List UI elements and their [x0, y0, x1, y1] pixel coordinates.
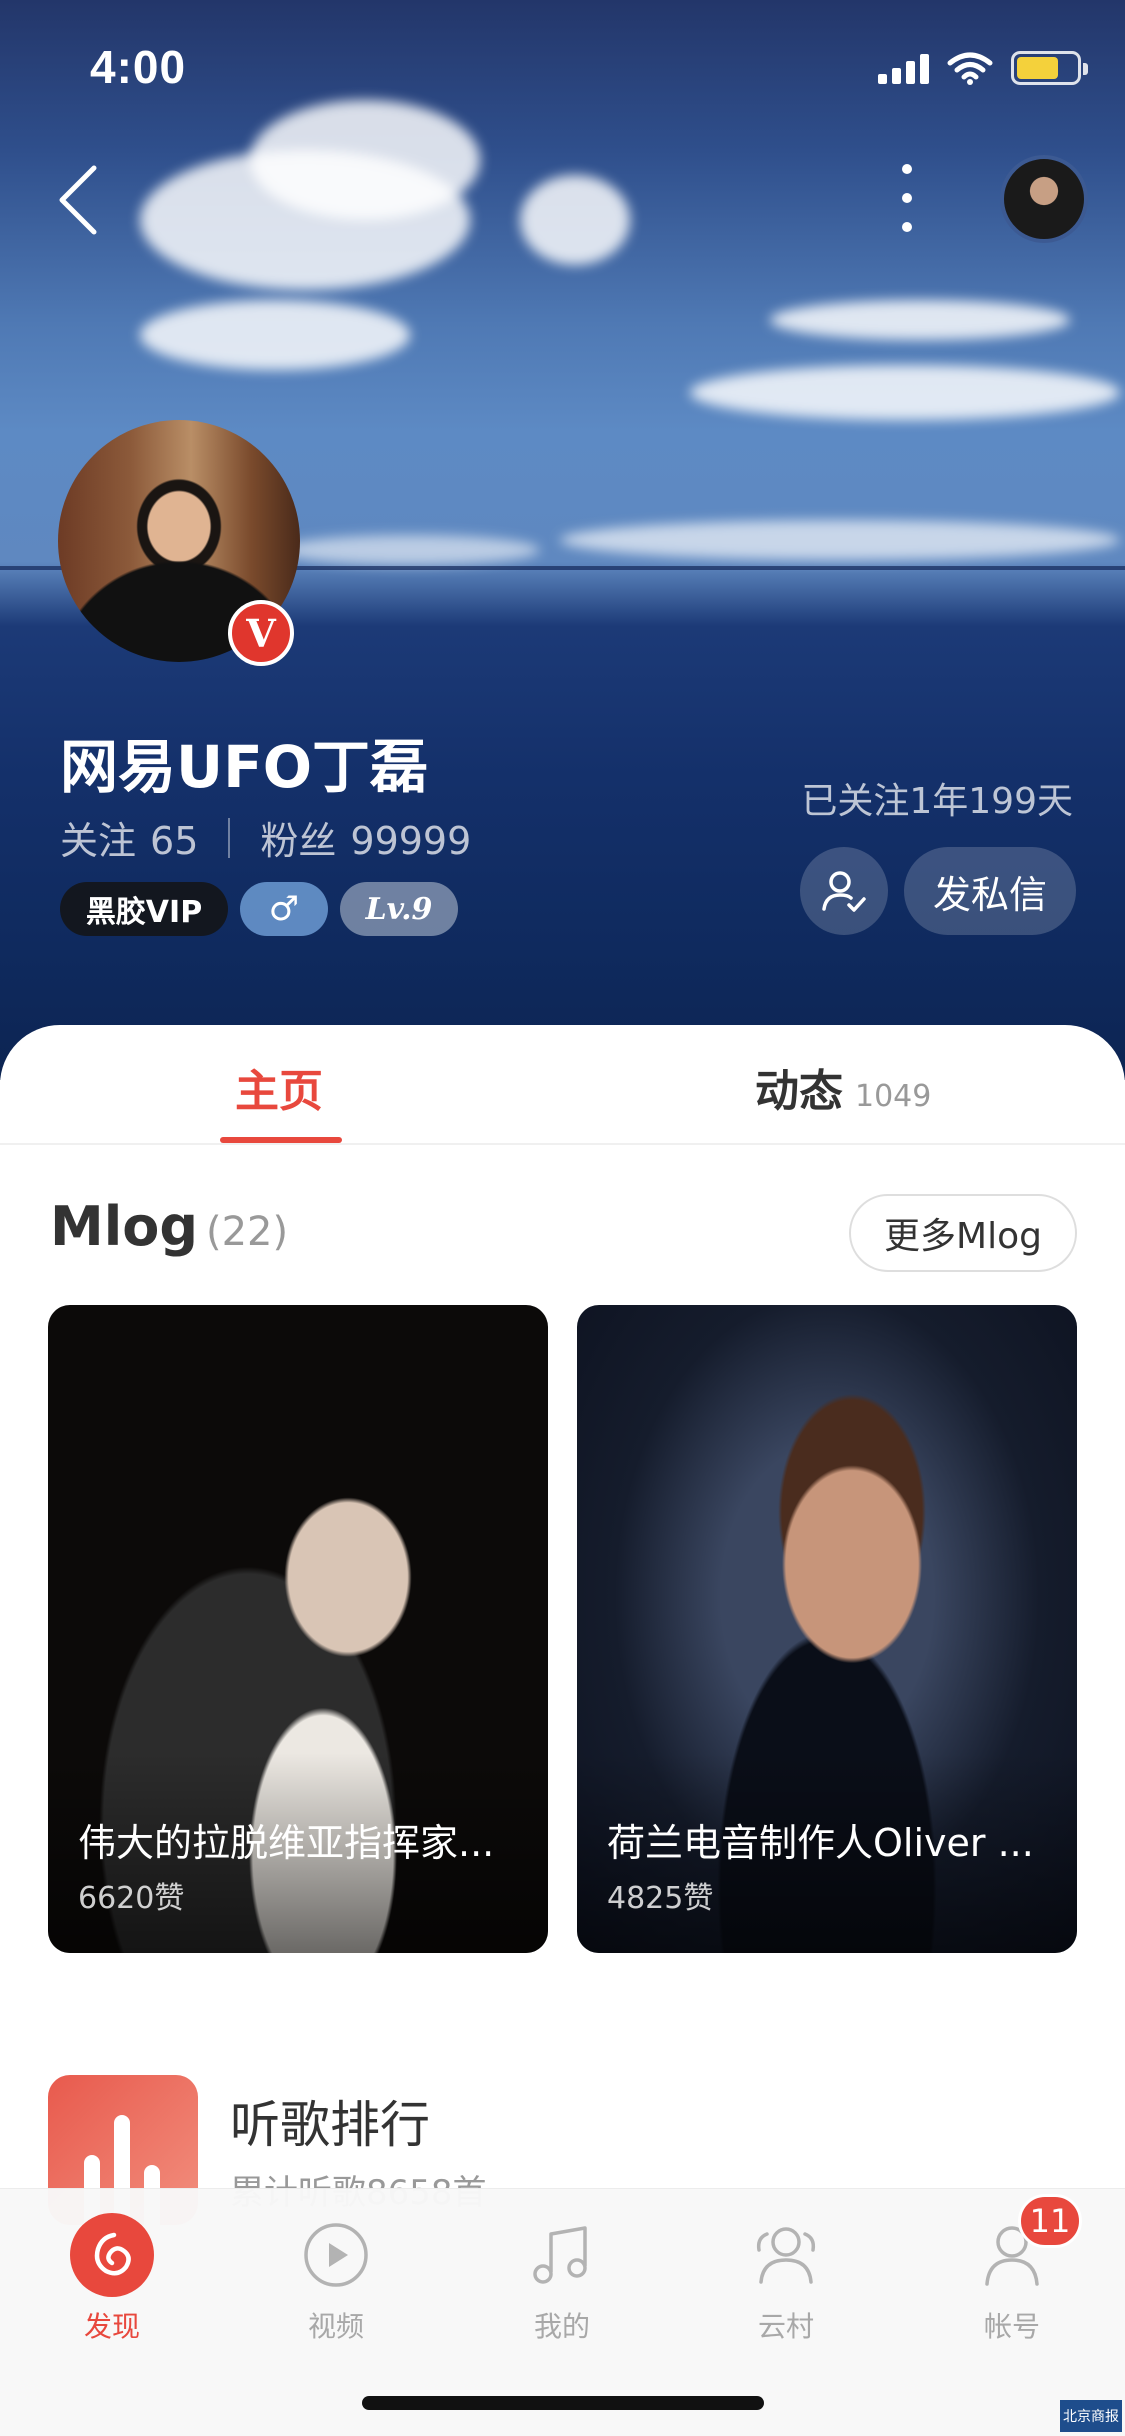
- mlog-card-likes: 4825赞: [607, 1881, 714, 1916]
- battery-icon: [1011, 51, 1088, 85]
- cloud: [690, 365, 1120, 420]
- vip-badge[interactable]: 黑胶VIP: [60, 882, 228, 936]
- nav-my-music-label: 我的: [533, 2310, 590, 2343]
- cloud: [280, 535, 540, 565]
- user-badges: 黑胶VIP ♂ Lv.9: [60, 882, 458, 936]
- back-arrow-icon[interactable]: [50, 160, 110, 240]
- follow-stats: 关注 65 粉丝 99999: [60, 810, 471, 865]
- fans-label: 粉丝: [260, 819, 337, 863]
- mlog-title: Mlog: [50, 1195, 198, 1258]
- status-icons: [878, 48, 1088, 88]
- mlog-card[interactable]: 伟大的拉脱维亚指挥家... 6620赞: [48, 1305, 548, 1953]
- nav-discover[interactable]: 发现: [42, 2213, 182, 2353]
- tab-activity-label: 动态: [755, 1066, 843, 1117]
- user-check-icon: [822, 871, 866, 912]
- following-label: 关注: [60, 819, 137, 863]
- mlog-section-title: Mlog (22): [50, 1195, 288, 1258]
- mlog-card-title: 伟大的拉脱维亚指挥家...: [78, 1821, 495, 1865]
- verified-badge: V: [228, 600, 294, 666]
- nav-video-label: 视频: [307, 2310, 364, 2343]
- mini-avatar[interactable]: [1000, 155, 1088, 243]
- community-icon: [744, 2213, 828, 2297]
- more-options-button[interactable]: [882, 158, 932, 238]
- user-name: 网易UFO丁磊: [60, 733, 429, 801]
- tab-activity-count: 1049: [855, 1079, 932, 1114]
- nav-account-label: 帐号: [983, 2310, 1040, 2343]
- cloud: [140, 300, 410, 370]
- following-count: 65: [150, 819, 199, 863]
- mlog-card-title: 荷兰电音制作人Oliver ...: [607, 1821, 1034, 1865]
- discover-icon: [70, 2213, 154, 2297]
- nav-discover-label: 发现: [83, 2310, 140, 2343]
- nav-community[interactable]: 云村: [716, 2213, 856, 2353]
- cloud: [250, 100, 480, 220]
- stat-divider: [228, 817, 231, 858]
- wifi-icon: [947, 52, 993, 85]
- mlog-card[interactable]: 荷兰电音制作人Oliver ... 4825赞: [577, 1305, 1077, 1953]
- status-time: 4:00: [90, 41, 187, 93]
- fans-stat[interactable]: 粉丝 99999: [260, 810, 471, 865]
- music-note-icon: [520, 2213, 604, 2297]
- send-message-button[interactable]: 发私信: [904, 847, 1076, 935]
- listening-rank-title[interactable]: 听歌排行: [230, 2085, 430, 2157]
- mlog-card-likes: 6620赞: [78, 1881, 185, 1916]
- gender-badge: ♂: [240, 882, 328, 936]
- more-mlog-button[interactable]: 更多Mlog: [849, 1194, 1077, 1272]
- tab-activity[interactable]: 动态 1049: [755, 1055, 931, 1119]
- account-notification-badge: 11: [1018, 2194, 1082, 2248]
- video-icon: [294, 2213, 378, 2297]
- watermark: 北京商报: [1060, 2400, 1122, 2432]
- tab-home[interactable]: 主页: [235, 1055, 323, 1119]
- followed-since: 已关注1年199天: [801, 781, 1073, 822]
- cloud: [520, 175, 630, 265]
- followed-user-button[interactable]: [800, 847, 888, 935]
- nav-video[interactable]: 视频: [266, 2213, 406, 2353]
- nav-community-label: 云村: [757, 2310, 814, 2343]
- home-indicator[interactable]: [362, 2396, 764, 2410]
- nav-my-music[interactable]: 我的: [492, 2213, 632, 2353]
- cloud: [560, 520, 1120, 560]
- mlog-count: (22): [206, 1209, 289, 1255]
- cloud: [770, 300, 1070, 340]
- signal-icon: [878, 52, 929, 84]
- following-stat[interactable]: 关注 65: [60, 810, 198, 865]
- fans-count: 99999: [350, 819, 472, 863]
- active-tab-indicator: [220, 1137, 342, 1143]
- level-badge[interactable]: Lv.9: [340, 882, 458, 936]
- profile-tabs: 主页 动态 1049: [0, 1025, 1125, 1145]
